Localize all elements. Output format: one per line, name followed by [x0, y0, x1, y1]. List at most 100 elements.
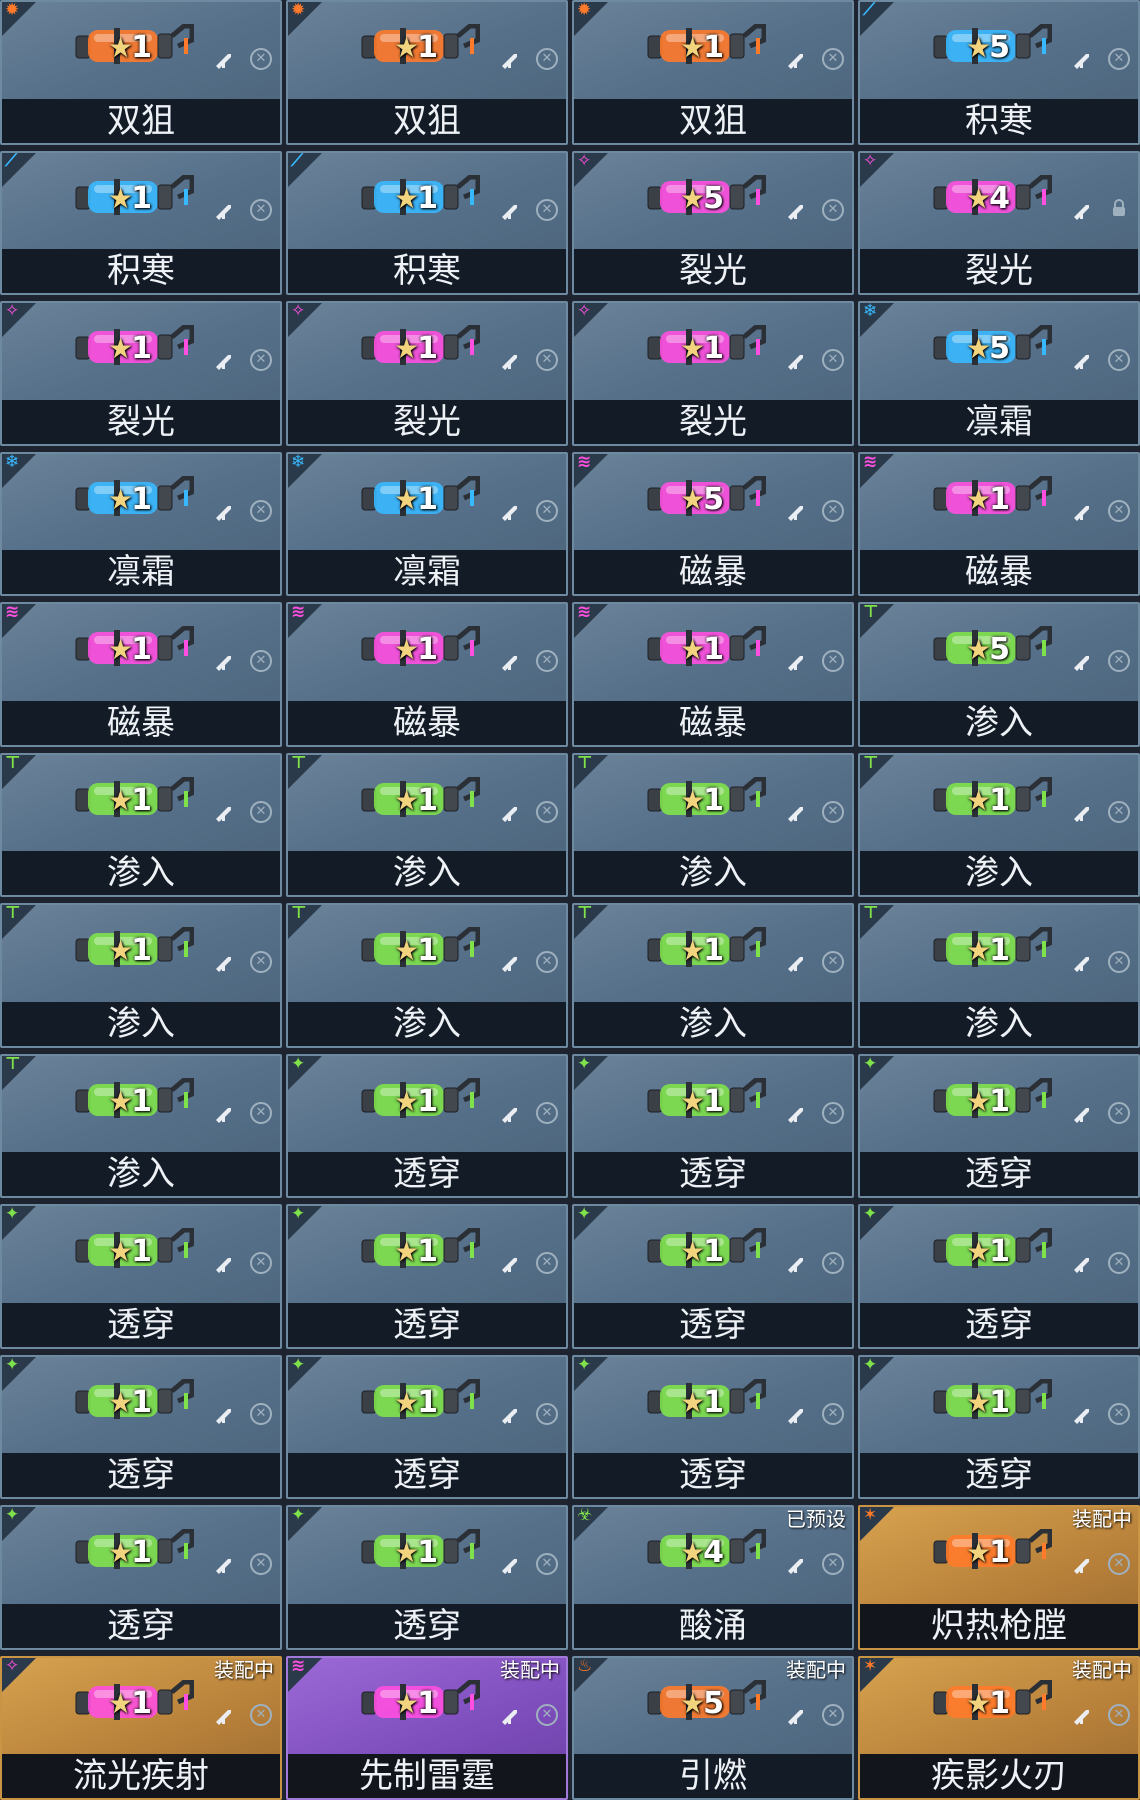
- mod-card[interactable]: ⟋ ★1 ✕ 积寒: [0, 150, 282, 295]
- mod-card[interactable]: ✧ ★5 ✕ 裂光: [572, 150, 854, 295]
- mod-card[interactable]: ≋ ★1 ✕ 磁暴: [0, 602, 282, 747]
- mod-card[interactable]: ≋ ★1 ✕ 磁暴: [572, 602, 854, 747]
- mod-card[interactable]: ✦ ★1 ✕ 透穿: [286, 1505, 568, 1650]
- mod-card[interactable]: ≋ ★5 ✕ 磁暴: [572, 451, 854, 596]
- discard-icon[interactable]: ✕: [536, 1553, 558, 1575]
- discard-icon[interactable]: ✕: [822, 1101, 844, 1124]
- discard-icon[interactable]: ✕: [536, 1402, 558, 1425]
- mod-card[interactable]: ❄ ★5 ✕ 凛霜: [858, 301, 1140, 446]
- mod-card[interactable]: ☣ 已预设 ★4 ✕ 酸涌: [572, 1505, 854, 1650]
- discard-icon[interactable]: ✕: [1108, 1252, 1130, 1274]
- mod-card[interactable]: ⊤ ★1 ✕ 渗入: [858, 752, 1140, 897]
- mod-card[interactable]: ✧ ★4 裂光: [858, 150, 1140, 295]
- mod-card[interactable]: ✦ ★1 ✕ 透穿: [858, 1053, 1140, 1198]
- discard-icon[interactable]: ✕: [250, 1402, 272, 1425]
- mod-name: 双狙: [2, 98, 280, 143]
- discard-icon[interactable]: ✕: [822, 1252, 844, 1274]
- mod-card[interactable]: ✦ ★1 ✕ 透穿: [0, 1505, 282, 1650]
- mod-card[interactable]: ⟋ ★1 ✕ 积寒: [286, 150, 568, 295]
- mod-card[interactable]: ⊤ ★1 ✕ 渗入: [0, 903, 282, 1048]
- discard-icon[interactable]: ✕: [822, 198, 844, 221]
- mod-card[interactable]: ⊤ ★1 ✕ 渗入: [286, 752, 568, 897]
- mod-card[interactable]: ⊤ ★1 ✕ 渗入: [0, 1053, 282, 1198]
- mod-card[interactable]: ✦ ★1 ✕ 透穿: [572, 1204, 854, 1349]
- discard-icon[interactable]: ✕: [1108, 499, 1130, 522]
- discard-icon[interactable]: ✕: [250, 1703, 272, 1726]
- mod-card[interactable]: ❄ ★1 ✕ 凛霜: [286, 451, 568, 596]
- mod-card[interactable]: ✦ ★1 ✕ 透穿: [286, 1204, 568, 1349]
- mod-card[interactable]: ✹ ★1 ✕ 双狙: [572, 0, 854, 145]
- discard-icon[interactable]: ✕: [250, 650, 272, 672]
- mod-card[interactable]: ✦ ★1 ✕ 透穿: [858, 1354, 1140, 1499]
- infiltrate-icon: ⊤: [291, 752, 307, 773]
- mod-card[interactable]: ✦ ★1 ✕ 透穿: [286, 1053, 568, 1198]
- discard-icon[interactable]: ✕: [536, 1252, 558, 1274]
- discard-icon[interactable]: ✕: [822, 349, 844, 371]
- discard-icon[interactable]: ✕: [250, 800, 272, 823]
- discard-icon[interactable]: ✕: [536, 650, 558, 672]
- discard-icon[interactable]: ✕: [250, 349, 272, 371]
- discard-icon[interactable]: ✕: [1108, 349, 1130, 371]
- discard-icon[interactable]: ✕: [822, 800, 844, 823]
- discard-icon[interactable]: ✕: [822, 951, 844, 973]
- discard-icon[interactable]: ✕: [1108, 48, 1130, 70]
- discard-icon[interactable]: ✕: [822, 499, 844, 522]
- mod-card[interactable]: ✦ ★1 ✕ 透穿: [0, 1204, 282, 1349]
- discard-icon[interactable]: ✕: [536, 48, 558, 70]
- discard-icon[interactable]: ✕: [822, 48, 844, 70]
- mod-card[interactable]: ⊤ ★1 ✕ 渗入: [286, 903, 568, 1048]
- mod-card[interactable]: ❄ ★1 ✕ 凛霜: [0, 451, 282, 596]
- discard-icon[interactable]: ✕: [822, 1703, 844, 1726]
- mod-card[interactable]: ⊤ ★1 ✕ 渗入: [572, 752, 854, 897]
- discard-icon[interactable]: ✕: [250, 1252, 272, 1274]
- discard-icon[interactable]: ✕: [1108, 1402, 1130, 1425]
- mod-card[interactable]: ✦ ★1 ✕ 透穿: [858, 1204, 1140, 1349]
- mod-card[interactable]: ✦ ★1 ✕ 透穿: [572, 1053, 854, 1198]
- discard-icon[interactable]: ✕: [1108, 951, 1130, 973]
- discard-icon[interactable]: ✕: [536, 951, 558, 973]
- discard-icon[interactable]: ✕: [250, 198, 272, 221]
- weapon-type-icon: [502, 957, 517, 972]
- discard-icon[interactable]: ✕: [536, 499, 558, 522]
- flame-icon: ✶: [863, 1655, 878, 1676]
- discard-icon[interactable]: ✕: [1108, 1101, 1130, 1124]
- discard-icon[interactable]: ✕: [536, 1101, 558, 1124]
- discard-icon[interactable]: ✕: [250, 1101, 272, 1124]
- discard-icon[interactable]: ✕: [536, 349, 558, 371]
- mod-card[interactable]: ⟋ ★5 ✕ 积寒: [858, 0, 1140, 145]
- discard-icon[interactable]: ✕: [1108, 1703, 1130, 1726]
- mod-card[interactable]: ✧ ★1 ✕ 裂光: [572, 301, 854, 446]
- mod-card[interactable]: ⊤ ★1 ✕ 渗入: [0, 752, 282, 897]
- mod-card[interactable]: ✶ 装配中 ★1 ✕ 炽热枪膛: [858, 1505, 1140, 1650]
- discard-icon[interactable]: ✕: [536, 1703, 558, 1726]
- discard-icon[interactable]: ✕: [250, 951, 272, 973]
- discard-icon[interactable]: ✕: [822, 1402, 844, 1425]
- mod-card[interactable]: ⊤ ★1 ✕ 渗入: [858, 903, 1140, 1048]
- discard-icon[interactable]: ✕: [1108, 650, 1130, 672]
- mod-card[interactable]: ✦ ★1 ✕ 透穿: [0, 1354, 282, 1499]
- mod-card[interactable]: ✧ 装配中 ★1 ✕ 流光疾射: [0, 1655, 282, 1800]
- discard-icon[interactable]: ✕: [250, 1553, 272, 1575]
- mod-card[interactable]: ✧ ★1 ✕ 裂光: [286, 301, 568, 446]
- mod-card[interactable]: ✧ ★1 ✕ 裂光: [0, 301, 282, 446]
- mod-card[interactable]: ✦ ★1 ✕ 透穿: [286, 1354, 568, 1499]
- discard-icon[interactable]: ✕: [822, 650, 844, 672]
- discard-icon[interactable]: ✕: [1108, 800, 1130, 823]
- discard-icon[interactable]: ✕: [250, 499, 272, 522]
- star-level: ★1: [680, 782, 724, 818]
- mod-card[interactable]: ✶ 装配中 ★1 ✕ 疾影火刃: [858, 1655, 1140, 1800]
- mod-card[interactable]: ≋ ★1 ✕ 磁暴: [286, 602, 568, 747]
- discard-icon[interactable]: ✕: [536, 198, 558, 221]
- mod-card[interactable]: ♨ 装配中 ★5 ✕ 引燃: [572, 1655, 854, 1800]
- mod-card[interactable]: ✦ ★1 ✕ 透穿: [572, 1354, 854, 1499]
- discard-icon[interactable]: ✕: [250, 48, 272, 70]
- discard-icon[interactable]: ✕: [822, 1553, 844, 1575]
- mod-card[interactable]: ✹ ★1 ✕ 双狙: [0, 0, 282, 145]
- discard-icon[interactable]: ✕: [1108, 1553, 1130, 1575]
- mod-card[interactable]: ≋ 装配中 ★1 ✕ 先制雷霆: [286, 1655, 568, 1800]
- mod-card[interactable]: ⊤ ★5 ✕ 渗入: [858, 602, 1140, 747]
- mod-card[interactable]: ⊤ ★1 ✕ 渗入: [572, 903, 854, 1048]
- mod-card[interactable]: ≋ ★1 ✕ 磁暴: [858, 451, 1140, 596]
- discard-icon[interactable]: ✕: [536, 800, 558, 823]
- mod-card[interactable]: ✹ ★1 ✕ 双狙: [286, 0, 568, 145]
